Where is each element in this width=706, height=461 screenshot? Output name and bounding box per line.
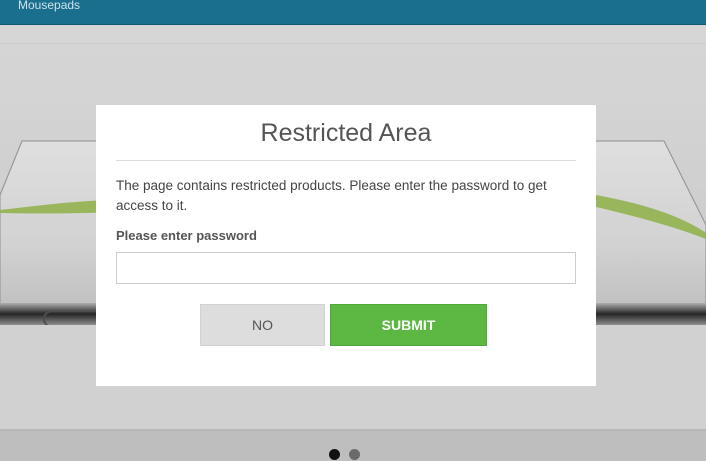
slider-pagination [329, 449, 360, 460]
nav-link-mousepads[interactable]: Mousepads [18, 0, 80, 12]
title-divider [116, 160, 576, 161]
dialog-message: The page contains restricted products. P… [116, 178, 547, 213]
password-input[interactable] [116, 252, 576, 284]
slider-dot-2[interactable] [349, 449, 360, 460]
top-navigation-bar: Mousepads [0, 0, 706, 25]
dialog-title: Restricted Area [260, 119, 432, 147]
submit-button[interactable]: SUBMIT [330, 304, 487, 346]
slider-dot-1[interactable] [329, 449, 340, 460]
password-label: Please enter password [116, 228, 257, 243]
restricted-area-dialog: Restricted Area The page contains restri… [96, 105, 596, 386]
no-button[interactable]: NO [200, 304, 325, 346]
page: Mousepads Restricted Area The page conta… [0, 0, 706, 461]
